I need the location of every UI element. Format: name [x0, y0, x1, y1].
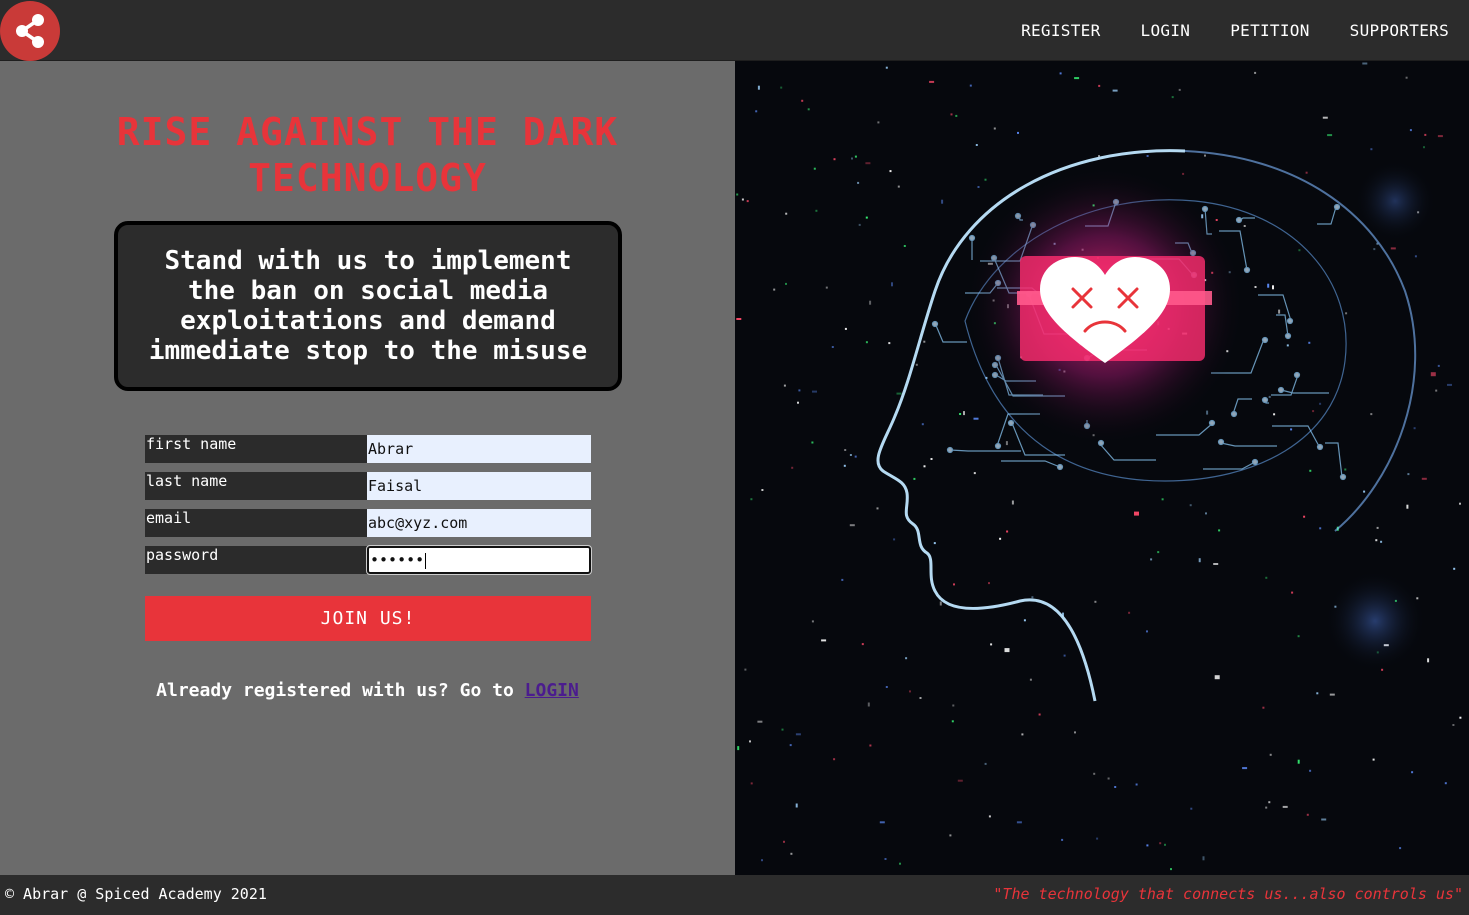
first-name-label: first name — [145, 435, 367, 463]
text-caret — [425, 552, 427, 569]
email-row: email abc@xyz.com — [145, 509, 591, 537]
nav-petition[interactable]: PETITION — [1230, 21, 1309, 40]
password-row: password •••••• — [145, 545, 592, 575]
email-field[interactable]: abc@xyz.com — [367, 509, 591, 537]
login-prompt: Already registered with us? Go to LOGIN — [0, 680, 735, 701]
main-nav: REGISTER LOGIN PETITION SUPPORTERS — [1021, 0, 1449, 60]
nav-supporters[interactable]: SUPPORTERS — [1350, 21, 1449, 40]
first-name-row: first name Abrar — [145, 435, 591, 463]
password-value: •••••• — [370, 551, 425, 569]
last-name-label: last name — [145, 472, 367, 500]
registration-panel: RISE AGAINST THE DARK TECHNOLOGY Stand w… — [0, 61, 735, 875]
page-title: RISE AGAINST THE DARK TECHNOLOGY — [116, 110, 619, 200]
footer: © Abrar @ Spiced Academy 2021 "The techn… — [0, 875, 1469, 915]
login-link[interactable]: LOGIN — [525, 680, 579, 701]
nav-register[interactable]: REGISTER — [1021, 21, 1100, 40]
nav-login[interactable]: LOGIN — [1141, 21, 1191, 40]
join-us-button[interactable]: JOIN US! — [145, 596, 591, 641]
petition-message-box: Stand with us to implement the ban on so… — [114, 221, 622, 391]
copyright-text: © Abrar @ Spiced Academy 2021 — [5, 885, 267, 903]
password-label: password — [145, 546, 367, 574]
login-prompt-text: Already registered with us? Go to — [156, 680, 525, 701]
first-name-field[interactable]: Abrar — [367, 435, 591, 463]
footer-quote: "The technology that connects us...also … — [993, 885, 1463, 903]
registration-form: first name Abrar last name Faisal email … — [145, 435, 592, 583]
password-field[interactable]: •••••• — [366, 545, 592, 575]
head-circuit-image — [736, 62, 1462, 871]
last-name-field[interactable]: Faisal — [367, 472, 591, 500]
email-label: email — [145, 509, 367, 537]
top-navbar: REGISTER LOGIN PETITION SUPPORTERS — [0, 0, 1469, 61]
last-name-row: last name Faisal — [145, 472, 591, 500]
dark-technology-illustration — [735, 61, 1469, 875]
petition-message: Stand with us to implement the ban on so… — [148, 246, 588, 366]
share-icon[interactable] — [0, 1, 60, 61]
